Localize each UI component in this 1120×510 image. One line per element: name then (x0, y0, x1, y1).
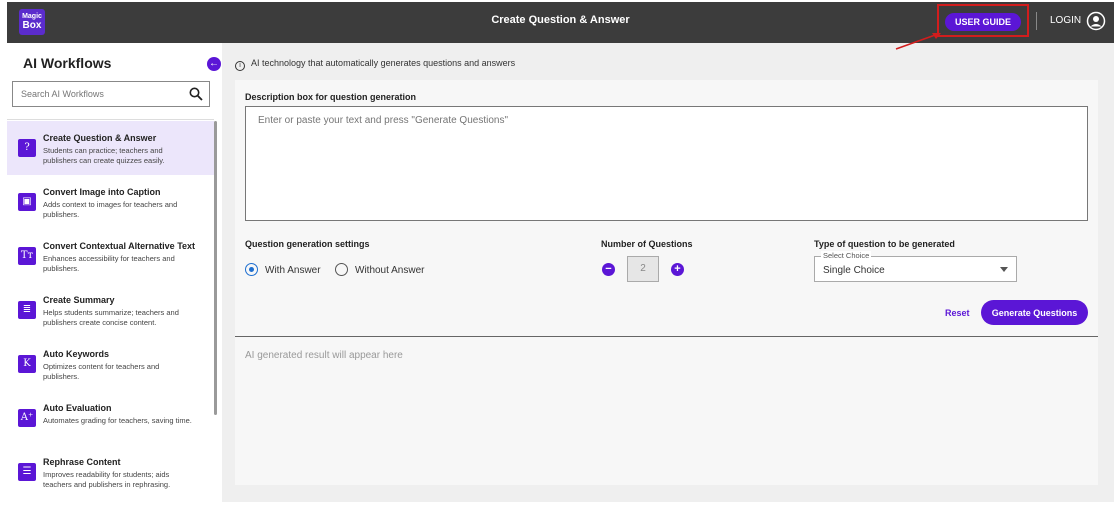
keywords-icon: K (18, 355, 36, 373)
description-box (245, 106, 1088, 221)
sidebar-item[interactable]: A⁺ Auto Evaluation Automates grading for t… (7, 391, 214, 445)
sidebar-scrollbar[interactable] (214, 121, 217, 415)
without-answer-label: Without Answer (355, 265, 425, 276)
sidebar-item[interactable]: ▣ Convert Image into Caption Adds context … (7, 175, 214, 229)
collapse-sidebar-icon[interactable]: ← (207, 57, 221, 71)
sidebar-item-name: Create Summary (43, 295, 115, 305)
search-box (12, 81, 210, 107)
description-textarea[interactable] (246, 107, 1087, 220)
select-legend: Select Choice (821, 251, 872, 260)
with-answer-label: With Answer (265, 265, 321, 276)
result-divider (235, 336, 1098, 337)
evaluation-icon: A⁺ (18, 409, 36, 427)
sidebar-title: AI Workflows (23, 55, 112, 71)
app-window: Magic Box Create Question & Answer USER … (7, 2, 1114, 502)
sidebar-item[interactable]: ? Create Question & Answer Students can pr… (7, 121, 214, 175)
sidebar-item-description: Optimizes content for teachers and publi… (43, 362, 160, 381)
user-guide-highlight-box: USER GUIDE (937, 4, 1029, 37)
sidebar-item-name: Auto Evaluation (43, 403, 112, 413)
search-input[interactable] (21, 87, 181, 101)
info-message: i AI technology that automatically genera… (235, 58, 515, 71)
sidebar-item-name: Convert Image into Caption (43, 187, 161, 197)
decrement-icon[interactable]: − (602, 263, 615, 276)
sidebar-item[interactable]: ☰ Rephrase Content Improves readability fo… (7, 445, 214, 499)
summary-icon: ≣ (18, 301, 36, 319)
num-questions-label: Number of Questions (601, 239, 693, 249)
description-label: Description box for question generation (245, 92, 417, 102)
annotation-arrow-icon (895, 33, 941, 50)
num-questions-input[interactable]: 2 (627, 256, 659, 282)
rephrase-icon: ☰ (18, 463, 36, 481)
info-icon: i (235, 61, 245, 71)
radio-unselected-icon (335, 263, 348, 276)
search-icon[interactable] (189, 87, 203, 101)
sidebar-item[interactable]: Tт Convert Contextual Alternative Text Enh… (7, 229, 214, 283)
with-answer-radio[interactable]: With Answer (245, 263, 321, 276)
top-bar: Magic Box Create Question & Answer USER … (7, 2, 1114, 43)
without-answer-radio[interactable]: Without Answer (335, 263, 424, 276)
sidebar-item[interactable]: ≣ Create Summary Helps students summarize;… (7, 283, 214, 337)
generate-questions-button[interactable]: Generate Questions (981, 300, 1088, 325)
question-icon: ? (18, 139, 36, 157)
main-panel: Description box for question generation … (235, 80, 1098, 485)
workflow-sidebar: AI Workflows ← ? Create Question & Answer… (7, 43, 222, 502)
reset-button[interactable]: Reset (945, 308, 970, 318)
sidebar-item-description: Adds context to images for teachers and … (43, 200, 178, 219)
sidebar-item-description: Helps students summarize; teachers and p… (43, 308, 179, 327)
sidebar-item-description: Improves readability for students; aids … (43, 470, 171, 489)
sidebar-item-name: Create Question & Answer (43, 133, 157, 143)
sidebar-item-description: Students can practice; teachers and publ… (43, 146, 165, 165)
user-guide-button[interactable]: USER GUIDE (945, 13, 1021, 31)
settings-label: Question generation settings (245, 239, 370, 249)
sidebar-divider (7, 119, 214, 120)
question-type-select[interactable]: Select Choice Single Choice (814, 251, 1017, 282)
increment-icon[interactable]: + (671, 263, 684, 276)
select-value: Single Choice (823, 265, 885, 276)
alt-text-icon: Tт (18, 247, 36, 265)
sidebar-item[interactable]: K Auto Keywords Optimizes content for teac… (7, 337, 214, 391)
login-link[interactable]: LOGIN (1050, 15, 1081, 26)
sidebar-item-name: Rephrase Content (43, 457, 121, 467)
chevron-down-icon (1000, 267, 1008, 272)
sidebar-item-description: Enhances accessibility for teachers and … (43, 254, 175, 273)
info-text: AI technology that automatically generat… (251, 58, 516, 68)
sidebar-item-name: Auto Keywords (43, 349, 110, 359)
user-avatar-icon[interactable] (1086, 11, 1106, 31)
workflow-list: ? Create Question & Answer Students can pr… (7, 121, 214, 499)
radio-selected-icon (245, 263, 258, 276)
sidebar-item-name: Convert Contextual Alternative Text (43, 241, 196, 251)
question-type-label: Type of question to be generated (814, 239, 955, 249)
header-divider (1036, 12, 1037, 30)
image-caption-icon: ▣ (18, 193, 36, 211)
sidebar-item-description: Automates grading for teachers, saving t… (43, 416, 192, 425)
result-placeholder: AI generated result will appear here (245, 350, 403, 361)
